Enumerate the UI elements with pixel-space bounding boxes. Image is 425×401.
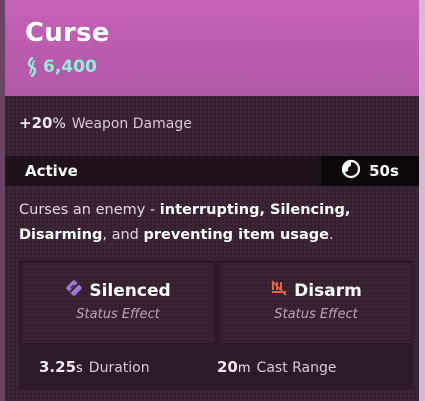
item-name: Curse <box>25 18 110 48</box>
stat-label: Cast Range <box>256 360 337 376</box>
cooldown-value: 50s <box>369 162 399 180</box>
silenced-icon <box>65 279 83 302</box>
effect-subtitle: Status Effect <box>274 307 358 322</box>
stat-value: 3.25s <box>39 358 83 376</box>
disarm-icon <box>270 279 288 302</box>
cooldown-badge: 50s <box>321 156 419 186</box>
item-cost: 6,400 <box>25 56 97 78</box>
stat-label: Duration <box>88 360 150 376</box>
weapon-damage-bonus: +20% Weapon Damage <box>19 114 192 136</box>
tooltip-header: Curse 6,400 <box>5 0 419 96</box>
effect-name-silenced: Silenced <box>89 280 171 301</box>
effect-silenced: Silenced Status Effect <box>21 262 215 344</box>
stat-duration: 3.25s Duration <box>39 358 150 376</box>
effect-subtitle: Status Effect <box>76 307 160 322</box>
stat-cast-range: 20m Cast Range <box>217 358 337 376</box>
ability-type-label: Active <box>25 162 78 180</box>
bonus-value: +20% <box>19 114 66 132</box>
active-ability-bar: Active 50s <box>5 156 419 186</box>
ability-stats: 3.25s Duration 20m Cast Range <box>19 346 413 390</box>
souls-currency-icon <box>25 57 39 77</box>
effect-disarm: Disarm Status Effect <box>219 262 413 344</box>
right-edge <box>419 0 425 401</box>
effects-panel: Silenced Status Effect Disarm Status Eff… <box>19 260 413 390</box>
item-cost-value: 6,400 <box>43 57 97 77</box>
item-tooltip-card: Curse 6,400 +20% Weapon Damage Active 50… <box>5 0 419 401</box>
cooldown-icon <box>341 159 361 183</box>
bonus-label: Weapon Damage <box>71 116 192 132</box>
stat-value: 20m <box>217 358 251 376</box>
effect-name-disarm: Disarm <box>294 280 362 301</box>
ability-description: Curses an enemy - interrupting, Silencin… <box>19 202 351 243</box>
